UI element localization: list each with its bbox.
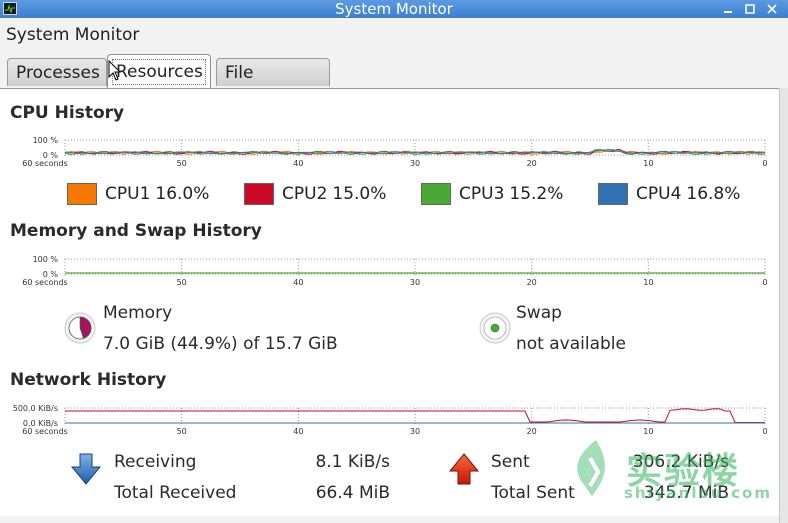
cpu-x-label: 20: [527, 159, 537, 168]
memory-x-label: 30: [410, 278, 420, 287]
watermark-en: shiyanlou.com: [624, 484, 772, 502]
memory-x-label: 10: [643, 278, 653, 287]
cpu-x-label: 60 seconds: [22, 159, 67, 168]
tab-processes[interactable]: Processes: [7, 58, 107, 86]
network-y-label: 500.0 KiB/s: [13, 404, 58, 413]
cpu4-color-swatch[interactable]: [598, 183, 628, 205]
memory-label: Memory: [103, 303, 173, 323]
swap-pie-icon[interactable]: [479, 312, 511, 344]
close-icon: [767, 4, 777, 14]
cpu-y-label: 100 %: [33, 136, 59, 145]
tab-focus-ring: [112, 59, 206, 85]
cpu4-legend[interactable]: CPU4 16.8%: [598, 183, 740, 205]
memory-grid: [64, 258, 766, 277]
memory-pie-icon[interactable]: [64, 312, 96, 344]
receiving-arrow-icon[interactable]: [70, 452, 102, 486]
cpu2-value: 15.0%: [332, 184, 387, 204]
cpu3-legend[interactable]: CPU3 15.2%: [421, 183, 563, 205]
total-received-value: 66.4 MiB: [315, 483, 390, 503]
maximize-button[interactable]: [744, 3, 756, 15]
swap-value: not available: [516, 334, 626, 354]
window-title: System Monitor: [335, 0, 453, 18]
memory-y-label: 100 %: [33, 255, 59, 264]
total-received-label: Total Received: [114, 483, 237, 503]
sent-label: Sent: [491, 452, 530, 472]
network-x-label: 30: [410, 427, 420, 436]
receiving-label: Receiving: [114, 452, 197, 472]
network-x-label: 60 seconds: [22, 427, 67, 436]
shiyanlou-logo-icon: [577, 440, 605, 496]
cpu2-name: CPU2: [282, 184, 328, 204]
minimize-icon: [724, 11, 732, 13]
memory-value: 7.0 GiB (44.9%) of 15.7 GiB: [103, 334, 338, 354]
cpu-x-label: 50: [177, 159, 187, 168]
network-history-graph: 500.0 KiB/s0.0 KiB/s60 seconds 50 40 30 20 10…: [13, 404, 768, 436]
vertical-scrollbar[interactable]: [779, 88, 788, 523]
memory-x-label: 20: [527, 278, 537, 287]
cpu1-value: 16.0%: [155, 184, 210, 204]
cpu3-name: CPU3: [459, 184, 505, 204]
mouse-cursor-icon: [108, 60, 122, 81]
cpu3-value: 15.2%: [509, 184, 564, 204]
menubar: System Monitor: [0, 18, 788, 50]
memory-history-graph: 100 %0 %60 seconds 50 40 30 20 10 0: [22, 255, 767, 287]
cpu-x-label: 30: [410, 159, 420, 168]
network-x-label: 50: [177, 427, 187, 436]
cpu1-legend[interactable]: CPU1 16.0%: [67, 183, 209, 205]
cpu1-name: CPU1: [105, 184, 151, 204]
memory-x-label: 40: [293, 278, 303, 287]
cpu-grid: [64, 139, 766, 158]
cpu-history-title: CPU History: [10, 103, 125, 123]
shiyanlou-watermark: 实验楼 shiyanlou.com: [568, 438, 770, 504]
cpu-x-label: 10: [643, 159, 653, 168]
swap-label: Swap: [516, 303, 562, 323]
cpu1-color-swatch[interactable]: [67, 183, 97, 205]
window-titlebar[interactable]: System Monitor: [0, 0, 788, 18]
cpu2-color-swatch[interactable]: [244, 183, 274, 205]
cpu-history-graph: 100 %0 %60 seconds 50 40 30 20 10 0: [22, 136, 767, 168]
network-x-label: 10: [643, 427, 653, 436]
total-sent-label: Total Sent: [491, 483, 575, 503]
memory-history-title: Memory and Swap History: [10, 221, 262, 241]
tab-file-systems[interactable]: File Systems: [216, 58, 330, 111]
network-history-title: Network History: [10, 370, 167, 390]
memory-x-label: 50: [177, 278, 187, 287]
network-x-label: 20: [527, 427, 537, 436]
memory-x-label: 60 seconds: [22, 278, 67, 287]
cpu4-name: CPU4: [636, 184, 682, 204]
app-menu-title[interactable]: System Monitor: [6, 25, 139, 45]
maximize-icon: [745, 4, 755, 14]
window-bottom-edge: [0, 516, 779, 523]
cpu4-value: 16.8%: [686, 184, 741, 204]
tab-resources[interactable]: Resources: [107, 54, 211, 88]
cpu3-color-swatch[interactable]: [421, 183, 451, 205]
network-x-label: 0: [762, 427, 767, 436]
memory-x-label: 0: [762, 278, 767, 287]
receiving-value: 8.1 KiB/s: [315, 452, 390, 472]
close-button[interactable]: [766, 3, 778, 15]
sent-arrow-icon[interactable]: [448, 452, 480, 486]
network-x-label: 40: [293, 427, 303, 436]
cpu-x-label: 0: [762, 159, 767, 168]
minimize-button[interactable]: [722, 3, 734, 15]
tab-label: Processes: [16, 63, 100, 83]
cpu2-legend[interactable]: CPU2 15.0%: [244, 183, 386, 205]
cpu-x-label: 40: [293, 159, 303, 168]
